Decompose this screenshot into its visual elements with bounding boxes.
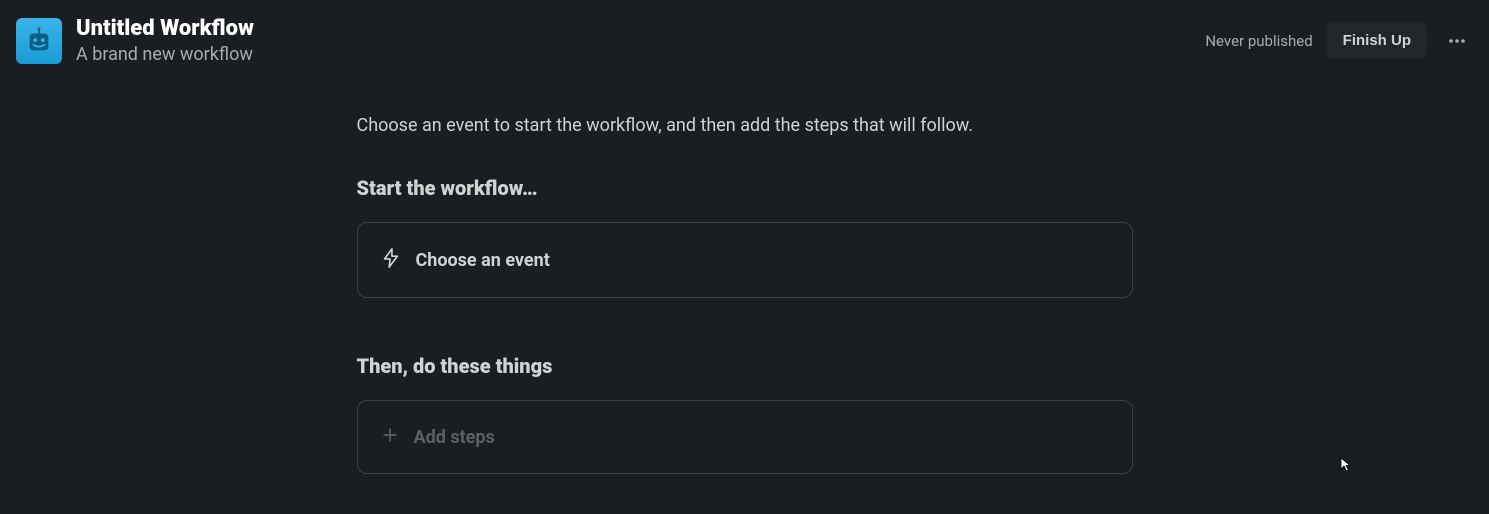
- workflow-app-icon: [16, 18, 62, 64]
- add-steps-label: Add steps: [414, 427, 495, 448]
- lightning-icon: [380, 247, 402, 273]
- header-right: Never published Finish Up: [1205, 22, 1473, 59]
- plus-icon: [380, 425, 400, 449]
- publish-status: Never published: [1205, 32, 1312, 50]
- add-steps-card[interactable]: Add steps: [357, 400, 1133, 474]
- header-left: Untitled Workflow A brand new workflow: [16, 16, 254, 65]
- then-section-heading: Then, do these things: [357, 354, 1133, 378]
- choose-event-card[interactable]: Choose an event: [357, 222, 1133, 298]
- more-options-button[interactable]: [1441, 25, 1473, 57]
- workflow-title: Untitled Workflow: [76, 16, 254, 42]
- title-block: Untitled Workflow A brand new workflow: [76, 16, 254, 65]
- choose-event-label: Choose an event: [416, 250, 550, 271]
- header: Untitled Workflow A brand new workflow N…: [0, 0, 1489, 81]
- mouse-cursor-icon: [1339, 456, 1355, 476]
- start-section-heading: Start the workflow…: [357, 176, 1133, 200]
- ellipsis-icon: [1447, 31, 1467, 51]
- intro-text: Choose an event to start the workflow, a…: [357, 115, 1133, 136]
- robot-face-icon: [24, 26, 54, 56]
- finish-up-button[interactable]: Finish Up: [1327, 22, 1427, 59]
- workflow-subtitle: A brand new workflow: [76, 44, 254, 65]
- main-content: Choose an event to start the workflow, a…: [357, 81, 1133, 474]
